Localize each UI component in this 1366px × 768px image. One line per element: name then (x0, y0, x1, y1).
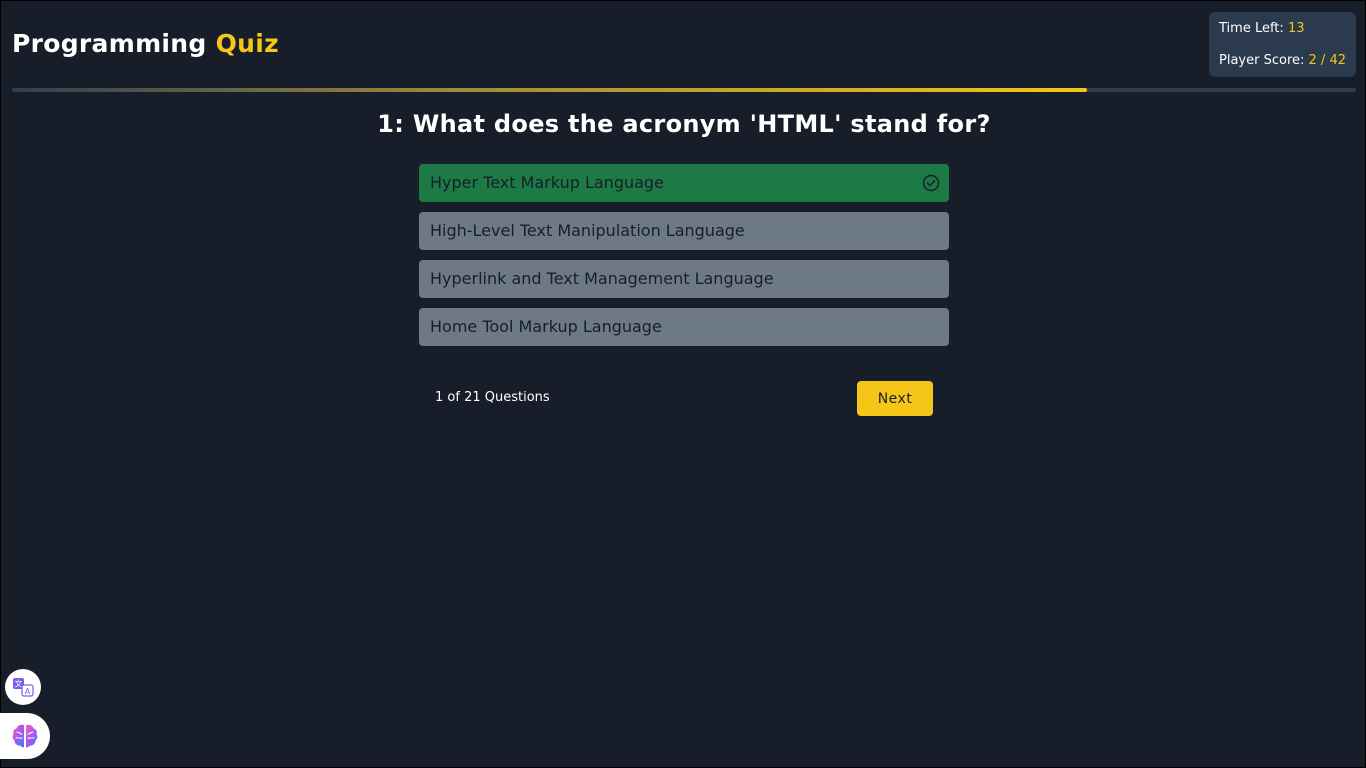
answer-options: Hyper Text Markup Language High-Level Te… (419, 164, 949, 356)
player-score-label: Player Score: (1219, 53, 1305, 68)
app-title: Programming Quiz (12, 27, 279, 61)
progress-bar-fill (12, 88, 1088, 92)
next-button[interactable]: Next (857, 381, 933, 416)
translate-icon: 文 A (13, 678, 34, 697)
answer-option[interactable]: High-Level Text Manipulation Language (419, 212, 949, 250)
brain-icon (12, 724, 38, 748)
time-left: Time Left: 13 (1219, 21, 1304, 36)
assistant-button[interactable] (0, 713, 50, 759)
answer-option[interactable]: Hyperlink and Text Management Language (419, 260, 949, 298)
app-title-accent: Quiz (215, 29, 279, 58)
answer-option-label: Hyper Text Markup Language (430, 173, 664, 192)
answer-option-label: Hyperlink and Text Management Language (430, 269, 774, 288)
time-left-value: 13 (1287, 21, 1305, 36)
progress-bar (12, 88, 1356, 92)
stats-panel: Time Left: 13 Player Score: 2 / 42 (1209, 12, 1356, 77)
app-title-main: Programming (12, 29, 207, 58)
answer-option-label: Home Tool Markup Language (430, 317, 662, 336)
svg-text:文: 文 (15, 679, 23, 689)
translate-button[interactable]: 文 A (5, 669, 41, 705)
player-score-value: 2 / 42 (1308, 53, 1346, 68)
question-counter: 1 of 21 Questions (435, 390, 550, 405)
answer-option-correct[interactable]: Hyper Text Markup Language (419, 164, 949, 202)
answer-option[interactable]: Home Tool Markup Language (419, 308, 949, 346)
svg-text:A: A (25, 687, 31, 696)
question-text: 1: What does the acronym 'HTML' stand fo… (377, 110, 991, 138)
answer-option-label: High-Level Text Manipulation Language (430, 221, 745, 240)
time-left-label: Time Left: (1219, 21, 1284, 36)
check-circle-icon (922, 174, 940, 192)
player-score: Player Score: 2 / 42 (1219, 53, 1346, 68)
